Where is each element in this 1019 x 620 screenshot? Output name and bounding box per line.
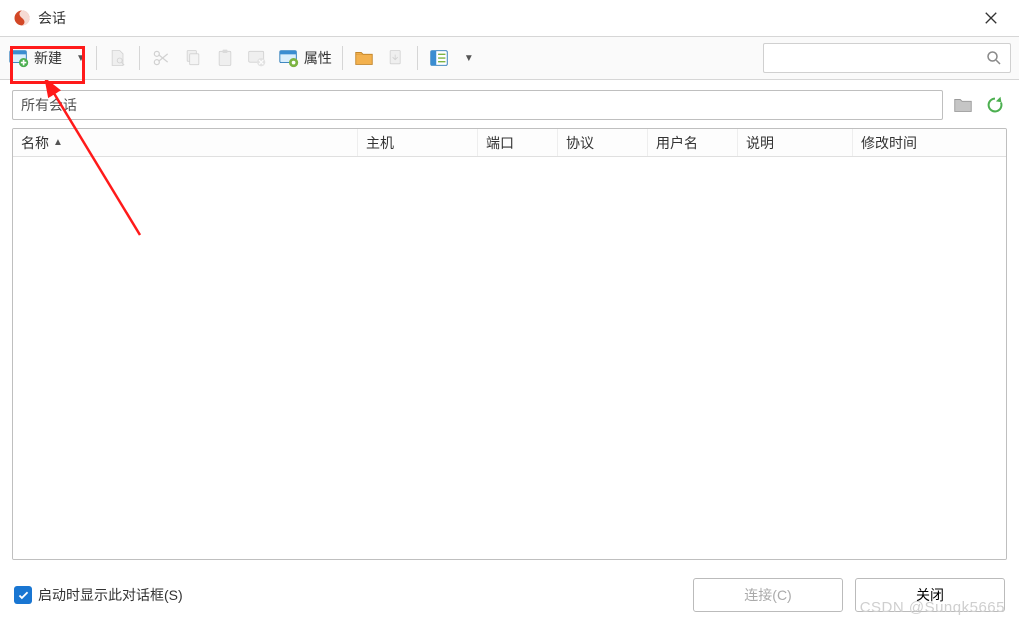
properties-icon [278,47,300,69]
folder-browse-button[interactable] [951,93,975,117]
new-button-label: 新建 [34,48,62,68]
column-name-label: 名称 [21,133,49,153]
column-port-label: 端口 [486,133,514,153]
file-button [103,40,133,76]
column-protocol[interactable]: 协议 [558,129,648,156]
new-session-icon [8,47,30,69]
chevron-down-icon: ▼ [76,53,86,64]
startup-checkbox[interactable]: 启动时显示此对话框(S) [14,585,681,605]
new-dropdown[interactable]: ▼ [68,40,90,76]
column-host[interactable]: 主机 [358,129,478,156]
search-box[interactable] [763,43,1011,73]
column-user-label: 用户名 [656,133,698,153]
separator [139,46,140,70]
paste-button [210,40,240,76]
column-user[interactable]: 用户名 [648,129,738,156]
new-folder-button[interactable] [349,40,379,76]
search-input[interactable] [770,44,984,72]
title-bar: 会话 [0,0,1019,36]
folder-icon [353,47,375,69]
delete-icon [246,47,268,69]
copy-icon [182,47,204,69]
bottom-bar: 启动时显示此对话框(S) 连接(C) 关闭 [0,570,1019,620]
view-button[interactable] [424,40,454,76]
session-list: 名称 ▲ 主机 端口 协议 用户名 说明 修改时间 [12,128,1007,560]
file-search-icon [107,47,129,69]
list-header: 名称 ▲ 主机 端口 协议 用户名 说明 修改时间 [13,129,1006,157]
sort-asc-icon: ▲ [53,137,63,148]
separator [417,46,418,70]
chevron-down-icon: ▼ [464,53,474,64]
separator [96,46,97,70]
column-port[interactable]: 端口 [478,129,558,156]
window-title: 会话 [38,8,975,28]
content-area: 名称 ▲ 主机 端口 协议 用户名 说明 修改时间 [0,80,1019,570]
column-mtime-label: 修改时间 [861,133,917,153]
separator [342,46,343,70]
app-logo-icon [12,8,32,28]
close-button-label: 关闭 [916,585,944,605]
checkbox-checked-icon [14,586,32,604]
path-input[interactable] [12,90,943,120]
list-view-icon [428,47,450,69]
column-desc-label: 说明 [746,133,774,153]
column-name[interactable]: 名称 ▲ [13,129,358,156]
delete-button [242,40,272,76]
view-dropdown[interactable]: ▼ [456,40,478,76]
export-button [381,40,411,76]
close-button[interactable]: 关闭 [855,578,1005,612]
cut-button [146,40,176,76]
column-desc[interactable]: 说明 [738,129,853,156]
refresh-button[interactable] [983,93,1007,117]
paste-icon [214,47,236,69]
search-button[interactable] [984,48,1004,68]
export-icon [385,47,407,69]
properties-button-label: 属性 [304,48,332,68]
new-button[interactable]: 新建 [4,40,66,76]
copy-button [178,40,208,76]
column-mtime[interactable]: 修改时间 [853,129,1006,156]
startup-checkbox-label: 启动时显示此对话框(S) [38,585,183,605]
properties-button[interactable]: 属性 [274,40,336,76]
list-body[interactable] [13,157,1006,559]
scissors-icon [150,47,172,69]
connect-button-label: 连接(C) [744,585,791,605]
path-row [12,90,1007,120]
session-dialog: 会话 新建 ▼ [0,0,1019,620]
column-host-label: 主机 [366,133,394,153]
connect-button[interactable]: 连接(C) [693,578,843,612]
close-window-button[interactable] [975,2,1007,34]
column-protocol-label: 协议 [566,133,594,153]
toolbar: 新建 ▼ [0,36,1019,80]
